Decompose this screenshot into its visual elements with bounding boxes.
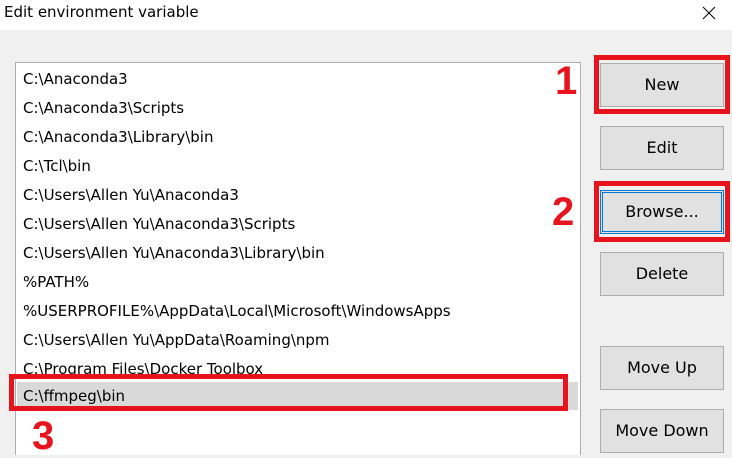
highlight-ffmpeg — [9, 374, 568, 411]
list-item[interactable]: C:\Anaconda3 — [17, 65, 578, 93]
highlight-new — [594, 55, 730, 114]
marker-3-label: 3 — [32, 414, 55, 458]
highlight-browse — [594, 181, 730, 242]
marker-1-label: 1 — [555, 59, 578, 103]
window-title: Edit environment variable — [4, 3, 199, 21]
list-item[interactable]: C:\Anaconda3\Scripts — [17, 94, 578, 122]
close-button[interactable] — [686, 0, 732, 26]
list-item[interactable]: C:\Users\Allen Yu\Anaconda3\Scripts — [17, 210, 578, 238]
edit-button[interactable]: Edit — [600, 126, 724, 170]
list-item[interactable]: C:\Anaconda3\Library\bin — [17, 123, 578, 151]
move-up-button[interactable]: Move Up — [600, 346, 724, 390]
list-item[interactable]: %PATH% — [17, 268, 578, 296]
delete-button[interactable]: Delete — [600, 252, 724, 296]
list-item[interactable]: C:\Tcl\bin — [17, 152, 578, 180]
title-bar: Edit environment variable — [0, 0, 732, 30]
close-icon — [702, 6, 716, 20]
list-item[interactable]: %USERPROFILE%\AppData\Local\Microsoft\Wi… — [17, 297, 578, 325]
list-item[interactable]: C:\Users\Allen Yu\Anaconda3\Library\bin — [17, 239, 578, 267]
move-down-button[interactable]: Move Down — [600, 409, 724, 453]
list-item[interactable]: C:\Users\Allen Yu\AppData\Roaming\npm — [17, 326, 578, 354]
list-item[interactable]: C:\Users\Allen Yu\Anaconda3 — [17, 181, 578, 209]
marker-2-label: 2 — [552, 190, 575, 234]
